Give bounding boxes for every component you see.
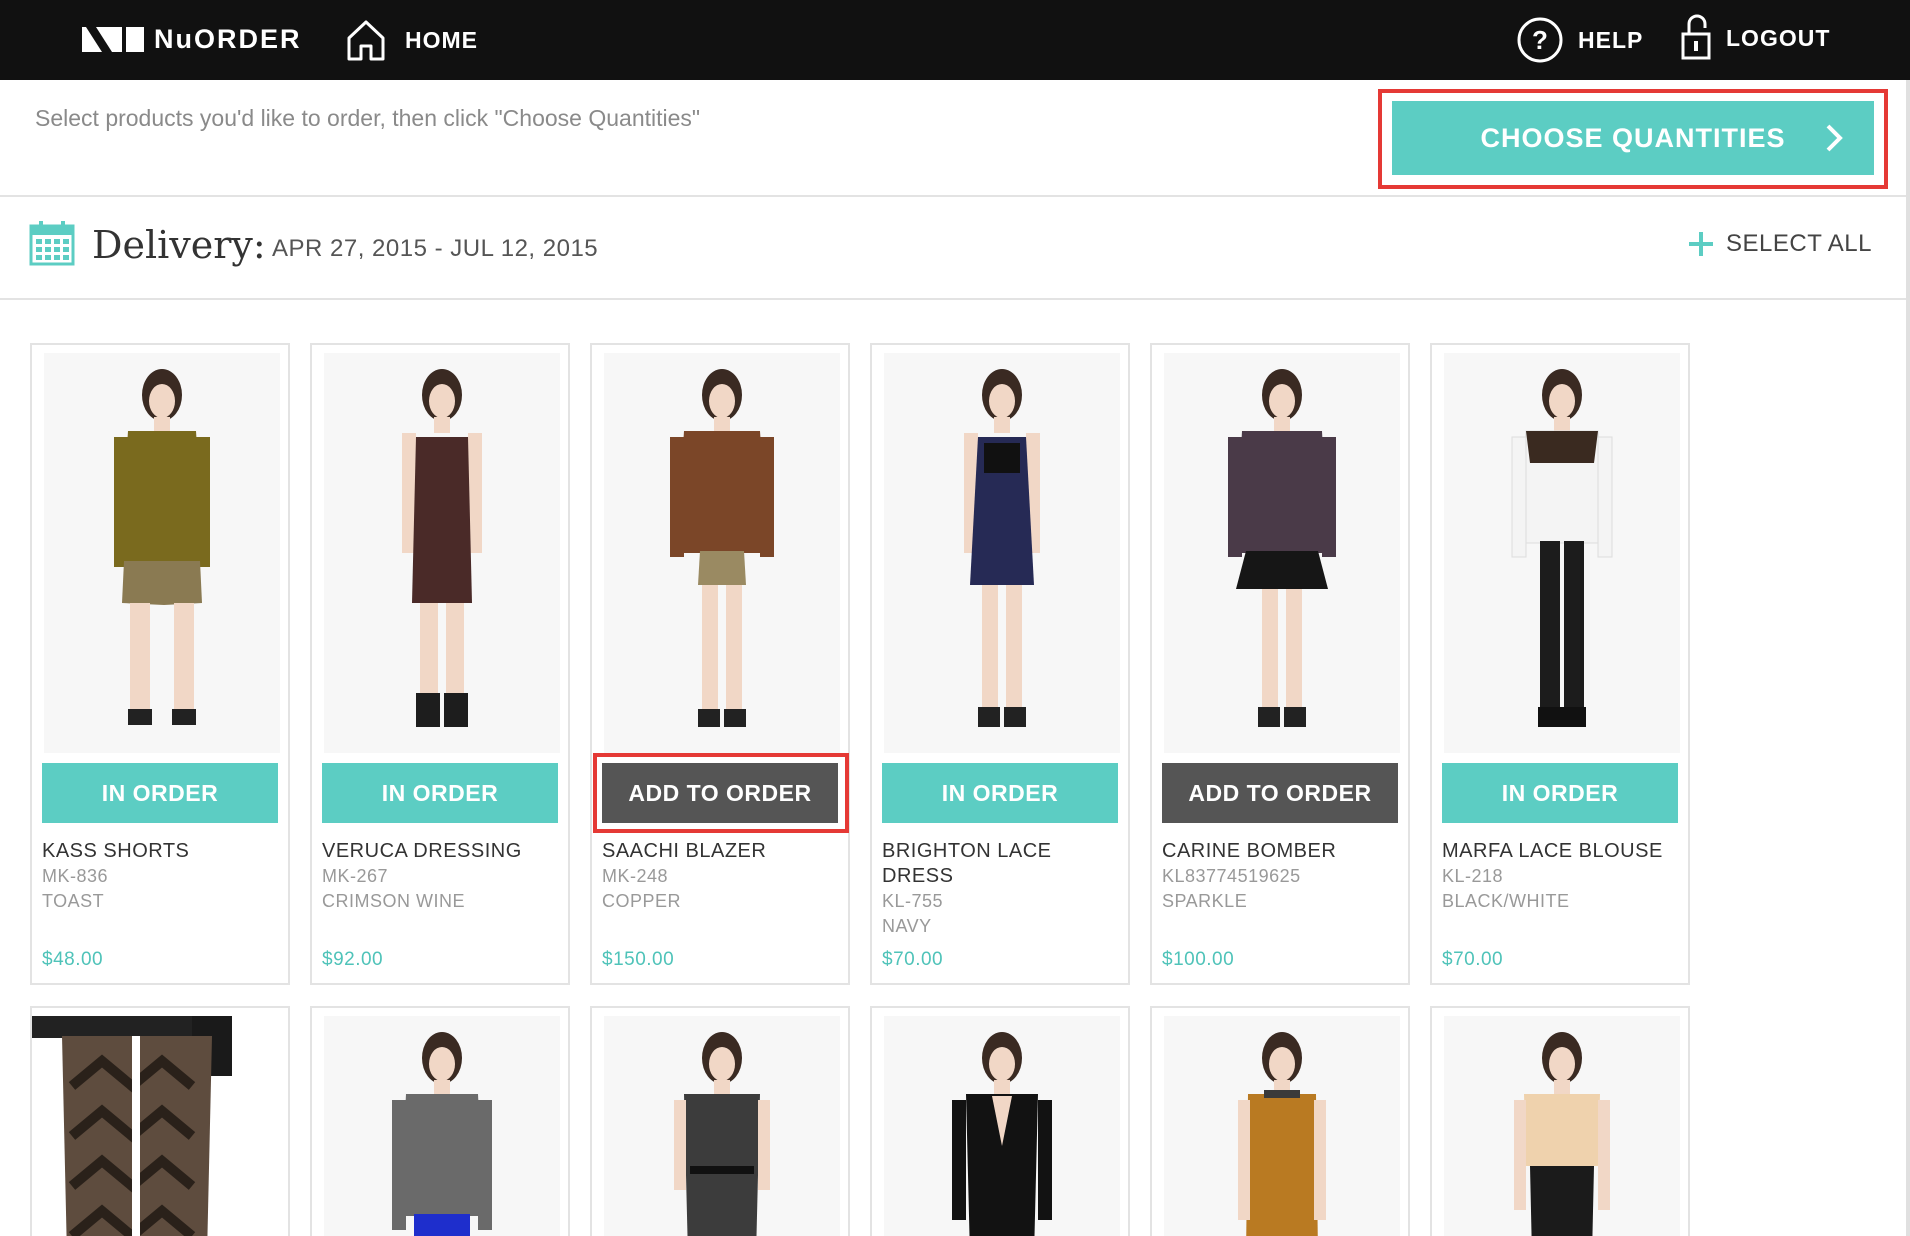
product-photo[interactable]	[1164, 1016, 1400, 1236]
product-photo[interactable]	[884, 1016, 1120, 1236]
in-order-button[interactable]: IN ORDER	[322, 763, 558, 823]
model-image	[670, 369, 774, 727]
product-photo[interactable]	[1444, 353, 1680, 753]
nuorder-logo[interactable]: NuORDER	[82, 22, 302, 56]
product-color: NAVY	[882, 916, 932, 936]
home-link[interactable]: HOME	[345, 16, 478, 64]
product-sku: KL-755	[882, 891, 944, 911]
product-card[interactable]	[1150, 1006, 1410, 1236]
product-photo[interactable]	[884, 353, 1120, 753]
product-photo[interactable]	[324, 353, 560, 753]
divider	[0, 195, 1910, 197]
product-name: KASS SHORTS	[42, 840, 190, 862]
product-color: TOAST	[42, 891, 105, 911]
brand-name: NuORDER	[154, 23, 302, 54]
lock-icon	[1681, 14, 1711, 60]
product-name: BRIGHTON LACE DRESS	[882, 840, 1052, 887]
model-image	[1514, 1032, 1610, 1236]
choose-quantities-label: CHOOSE QUANTITIES	[1480, 122, 1786, 153]
help-link[interactable]: ? HELP	[1516, 16, 1643, 64]
product-price: $150.00	[602, 949, 675, 970]
product-card[interactable]: IN ORDER KASS SHORTS MK-836 TOAST $48.00	[30, 343, 290, 985]
svg-text:?: ?	[1532, 25, 1548, 55]
calendar-icon	[29, 221, 75, 266]
instruction-text: Select products you'd like to order, the…	[35, 105, 701, 131]
model-image	[402, 369, 482, 727]
product-photo[interactable]	[604, 353, 840, 753]
product-sku: MK-248	[602, 866, 669, 886]
logout-label: LOGOUT	[1726, 24, 1831, 51]
product-photo[interactable]	[604, 1016, 840, 1236]
product-card[interactable]	[590, 1006, 850, 1236]
delivery-label: Delivery:	[92, 223, 266, 267]
product-card[interactable]: IN ORDER VERUCA DRESSING MK-267 CRIMSON …	[310, 343, 570, 985]
home-icon	[347, 20, 385, 61]
product-card[interactable]	[310, 1006, 570, 1236]
product-sku: KL83774519625	[1162, 866, 1301, 886]
product-card[interactable]: ADD TO ORDER CARINE BOMBER KL83774519625…	[1150, 343, 1410, 985]
model-image	[674, 1032, 770, 1236]
divider	[0, 298, 1910, 300]
plus-icon	[1689, 232, 1713, 256]
help-label: HELP	[1578, 26, 1644, 53]
product-name: MARFA LACE BLOUSE	[1442, 840, 1663, 862]
model-image	[392, 1032, 492, 1236]
product-name: VERUCA DRESSING	[322, 840, 522, 862]
product-card[interactable]	[1430, 1006, 1690, 1236]
product-name: SAACHI BLAZER	[602, 840, 767, 862]
product-price: $92.00	[322, 949, 384, 970]
product-card[interactable]: IN ORDER BRIGHTON LACE DRESS KL-755 NAVY…	[870, 343, 1130, 985]
product-photo[interactable]	[1444, 1016, 1680, 1236]
product-card[interactable]	[30, 1006, 290, 1236]
nuorder-logo-icon	[82, 27, 144, 52]
model-image	[1228, 369, 1336, 727]
product-color: COPPER	[602, 891, 682, 911]
model-image	[964, 369, 1040, 727]
product-card[interactable]: IN ORDER MARFA LACE BLOUSE KL-218 BLACK/…	[1430, 343, 1690, 985]
product-photo[interactable]	[1164, 353, 1400, 753]
product-card[interactable]	[870, 1006, 1130, 1236]
choose-quantities-button[interactable]: CHOOSE QUANTITIES	[1392, 101, 1874, 175]
delivery-dates: APR 27, 2015 - JUL 12, 2015	[272, 235, 599, 262]
product-sku: MK-267	[322, 866, 389, 886]
model-image	[1511, 369, 1613, 727]
product-price: $100.00	[1162, 949, 1235, 970]
product-price: $48.00	[42, 949, 104, 970]
add-to-order-button[interactable]: ADD TO ORDER	[1162, 763, 1398, 823]
product-photo[interactable]	[44, 353, 280, 753]
product-price: $70.00	[882, 949, 944, 970]
product-sku: KL-218	[1442, 866, 1504, 886]
model-image	[952, 1032, 1052, 1236]
help-icon: ?	[1517, 17, 1563, 63]
in-order-button[interactable]: IN ORDER	[882, 763, 1118, 823]
model-image	[114, 369, 210, 725]
home-label: HOME	[405, 26, 478, 53]
scrollbar-track[interactable]	[1906, 80, 1910, 1236]
select-all-label: SELECT ALL	[1726, 230, 1872, 257]
select-all-button[interactable]: SELECT ALL	[1688, 230, 1872, 258]
product-color: CRIMSON WINE	[322, 891, 465, 911]
model-image	[1238, 1032, 1326, 1236]
add-to-order-button[interactable]: ADD TO ORDER	[602, 763, 838, 823]
product-sku: MK-836	[42, 866, 109, 886]
logout-link[interactable]: LOGOUT	[1680, 14, 1830, 62]
top-nav-bar: NuORDER HOME ? HELP LOGOUT	[0, 0, 1910, 80]
in-order-button[interactable]: IN ORDER	[1442, 763, 1678, 823]
product-name: CARINE BOMBER	[1162, 840, 1337, 862]
model-image	[32, 1016, 232, 1236]
product-card[interactable]: ADD TO ORDER SAACHI BLAZER MK-248 COPPER…	[590, 343, 850, 985]
product-photo[interactable]	[324, 1016, 560, 1236]
product-price: $70.00	[1442, 949, 1504, 970]
product-color: SPARKLE	[1162, 891, 1248, 911]
chevron-right-icon	[1826, 124, 1843, 152]
in-order-button[interactable]: IN ORDER	[42, 763, 278, 823]
product-photo[interactable]	[32, 1016, 288, 1236]
product-color: BLACK/WHITE	[1442, 891, 1570, 911]
